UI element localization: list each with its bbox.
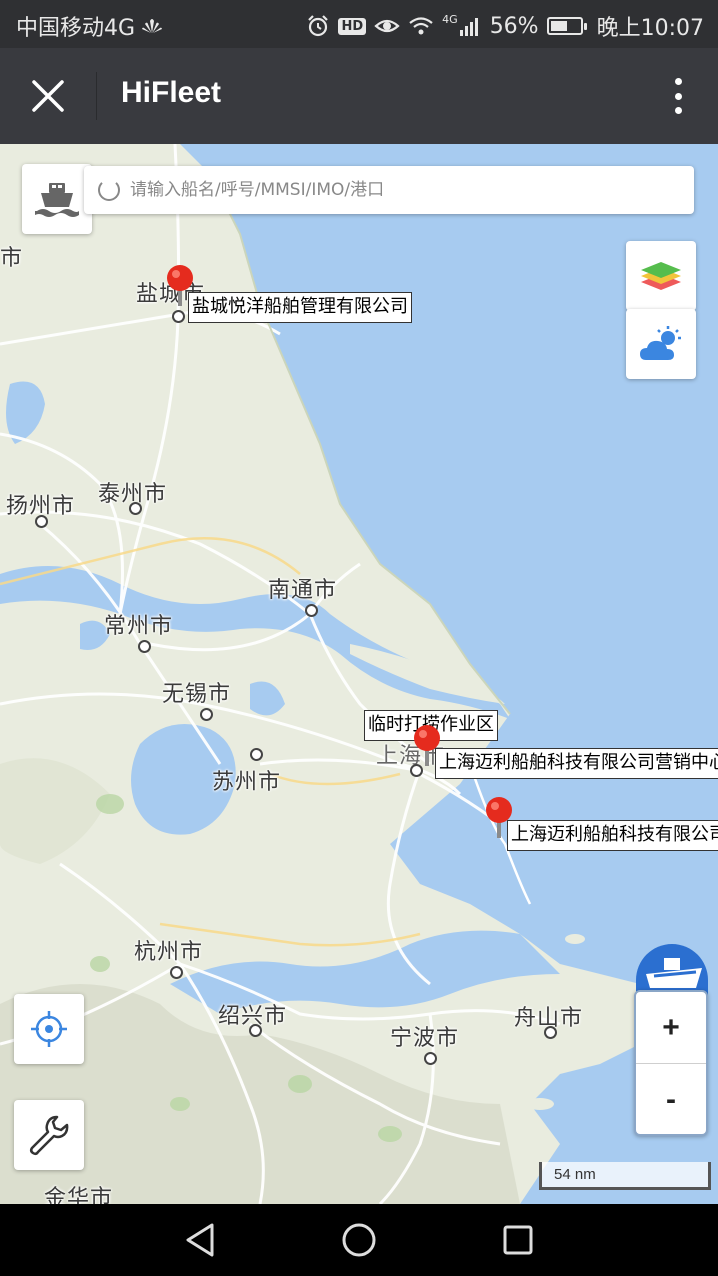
city-dot — [544, 1026, 557, 1039]
page-title: HiFleet — [121, 76, 222, 109]
marker-label[interactable]: 盐城悦洋船舶管理有限公司 — [188, 292, 412, 323]
city-dot — [129, 502, 142, 515]
city-dot — [249, 1024, 262, 1037]
weather-icon — [640, 326, 681, 360]
zoom-out-button[interactable]: - — [636, 1064, 706, 1135]
map-view[interactable]: 盐城市 扬州市 泰州市 南通市 常州市 无锡市 苏州市 上海市 杭州市 绍兴市 … — [0, 144, 718, 1204]
recents-icon — [503, 1225, 533, 1255]
more-dot — [674, 107, 682, 114]
more-dot — [674, 78, 682, 85]
city-label: 市 — [0, 246, 24, 271]
back-icon — [186, 1223, 214, 1257]
layers-button[interactable] — [626, 241, 696, 311]
marker-label[interactable]: 上海迈利船舶科技有限公司营销中心 — [435, 748, 718, 779]
carrier-text: 中国移动4G — [16, 16, 136, 41]
city-dot — [170, 966, 183, 979]
city-dot — [172, 310, 185, 323]
location-pin-icon[interactable] — [166, 264, 194, 308]
close-button[interactable] — [20, 68, 76, 124]
eye-comfort-icon — [374, 19, 400, 33]
tools-button[interactable] — [14, 1100, 84, 1170]
layers-icon — [641, 262, 681, 290]
city-dot — [138, 640, 151, 653]
battery-icon — [546, 17, 587, 35]
city-label: 苏州市 — [212, 770, 282, 795]
city-dot — [305, 604, 318, 617]
weather-button[interactable] — [626, 309, 696, 379]
signal-icon — [459, 18, 478, 36]
wifi-icon — [409, 17, 433, 35]
title-divider — [96, 72, 97, 120]
search-box — [84, 166, 694, 214]
huawei-logo-icon — [142, 19, 163, 33]
city-label: 常州市 — [104, 614, 174, 639]
home-icon — [342, 1223, 376, 1257]
more-button[interactable] — [664, 70, 692, 122]
navigation-bar — [0, 1204, 718, 1276]
crosshair-icon — [31, 1011, 67, 1047]
zoom-in-button[interactable]: + — [636, 992, 706, 1063]
wrench-icon — [29, 1115, 69, 1156]
city-dot — [35, 515, 48, 528]
battery-percent: 56% — [489, 13, 539, 39]
ship-icon — [35, 183, 79, 217]
status-bar: 中国移动4G HD 4G 56% 晚上10:07 — [0, 0, 718, 48]
back-button[interactable] — [178, 1218, 222, 1262]
scale-bar: 54 nm — [539, 1162, 711, 1190]
city-label: 金华市 — [44, 1186, 114, 1204]
clock: 晚上10:07 — [596, 16, 704, 41]
network-type: 4G — [442, 12, 458, 26]
loading-spinner-icon — [98, 179, 120, 201]
title-bar: HiFleet — [0, 48, 718, 144]
city-dot — [200, 708, 213, 721]
city-label: 宁波市 — [390, 1026, 460, 1051]
city-dot — [424, 1052, 437, 1065]
home-button[interactable] — [337, 1218, 381, 1262]
locate-button[interactable] — [14, 994, 84, 1064]
marker-label[interactable]: 上海迈利船舶科技有限公司 — [507, 820, 718, 851]
zoom-control: + - — [634, 990, 708, 1136]
city-label: 南通市 — [268, 578, 338, 603]
city-label: 杭州市 — [134, 940, 204, 965]
close-icon — [32, 80, 64, 112]
more-dot — [674, 92, 682, 100]
city-label: 无锡市 — [162, 682, 232, 707]
alarm-icon — [308, 15, 329, 37]
recents-button[interactable] — [496, 1218, 540, 1262]
city-dot — [250, 748, 263, 761]
ship-filter-button[interactable] — [22, 164, 92, 234]
hd-icon: HD — [338, 17, 367, 35]
search-input[interactable] — [130, 180, 670, 200]
